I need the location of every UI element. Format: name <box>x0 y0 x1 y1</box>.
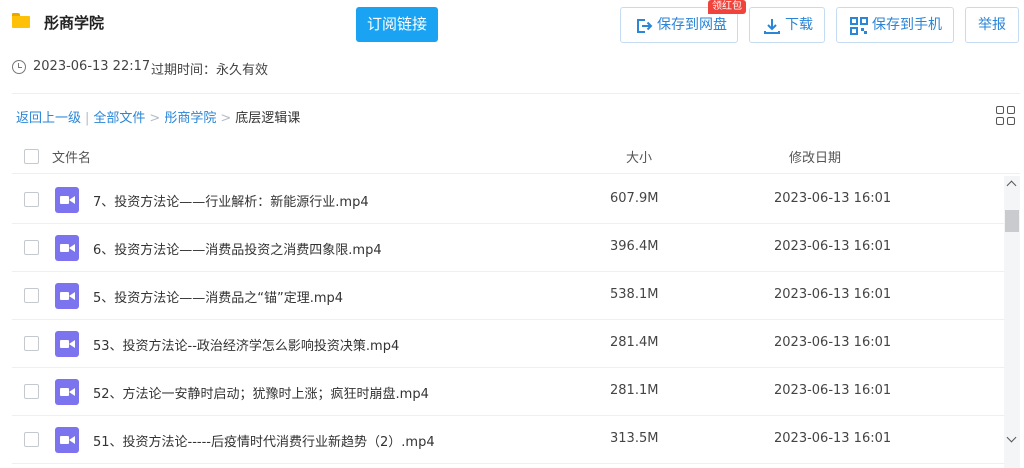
file-name[interactable]: 52、方法论一安静时启动；犹豫时上涨；疯狂时崩盘.mp4 <box>93 383 429 402</box>
grid-view-icon[interactable] <box>996 106 1015 125</box>
file-name[interactable]: 7、投资方法论——行业解析：新能源行业.mp4 <box>93 191 369 210</box>
row-checkbox[interactable] <box>24 336 39 351</box>
divider <box>12 93 1020 94</box>
table-header: 文件名 大小 修改日期 <box>12 138 1020 174</box>
row-checkbox[interactable] <box>24 384 39 399</box>
share-title: 彤商学院 <box>44 14 105 32</box>
download-icon <box>764 19 780 34</box>
file-size: 281.1M <box>610 383 659 398</box>
breadcrumb-separator: > <box>149 111 161 126</box>
table-row[interactable]: 53、投资方法论--政治经济学怎么影响投资决策.mp4 281.4M 2023-… <box>12 320 1004 368</box>
download-button[interactable]: 下载 <box>749 7 825 43</box>
breadcrumb-separator: > <box>220 111 232 126</box>
breadcrumb-current: 底层逻辑课 <box>235 111 301 126</box>
scroll-thumb[interactable] <box>1005 210 1019 232</box>
breadcrumb: 返回上一级 | 全部文件 > 彤商学院 > 底层逻辑课 <box>16 107 300 126</box>
share-time: 2023-06-13 22:17 <box>33 59 151 74</box>
subscribe-link-button[interactable]: 订阅链接 <box>356 7 438 42</box>
video-file-icon <box>55 331 79 357</box>
expire-text: 过期时间：永久有效 <box>151 63 269 78</box>
file-name[interactable]: 53、投资方法论--政治经济学怎么影响投资决策.mp4 <box>93 335 399 354</box>
share-page: 彤商学院 订阅链接 保存到网盘 领红包 下载 保存到手机 举报 2023-06-… <box>0 0 1024 468</box>
file-list-scrollbar[interactable] <box>1004 176 1020 468</box>
scroll-down-icon[interactable] <box>1004 432 1020 448</box>
file-name[interactable]: 51、投资方法论-----后疫情时代消费行业新趋势（2）.mp4 <box>93 431 435 450</box>
file-date: 2023-06-13 16:01 <box>774 431 892 446</box>
share-header: 彤商学院 订阅链接 保存到网盘 领红包 下载 保存到手机 举报 <box>0 0 1024 50</box>
redpack-badge[interactable]: 领红包 <box>708 0 746 14</box>
breadcrumb-all-files-link[interactable]: 全部文件 <box>93 111 145 126</box>
column-header-date[interactable]: 修改日期 <box>789 147 841 166</box>
video-file-icon <box>55 427 79 453</box>
row-checkbox[interactable] <box>24 192 39 207</box>
file-size: 313.5M <box>610 431 659 446</box>
video-file-icon <box>55 379 79 405</box>
row-checkbox[interactable] <box>24 240 39 255</box>
file-date: 2023-06-13 16:01 <box>774 239 892 254</box>
column-header-size[interactable]: 大小 <box>626 147 652 166</box>
download-label: 下载 <box>785 17 813 33</box>
column-header-name[interactable]: 文件名 <box>52 147 91 166</box>
video-file-icon <box>55 187 79 213</box>
file-date: 2023-06-13 16:01 <box>774 383 892 398</box>
save-to-phone-label: 保存到手机 <box>872 17 942 33</box>
table-row[interactable]: 52、方法论一安静时启动；犹豫时上涨；疯狂时崩盘.mp4 281.1M 2023… <box>12 368 1004 416</box>
breadcrumb-separator: | <box>85 111 90 126</box>
file-date: 2023-06-13 16:01 <box>774 335 892 350</box>
breadcrumb-back-link[interactable]: 返回上一级 <box>16 111 81 126</box>
file-size: 607.9M <box>610 191 659 206</box>
breadcrumb-folder-link[interactable]: 彤商学院 <box>164 111 216 126</box>
qr-code-icon <box>850 17 868 35</box>
file-size: 396.4M <box>610 239 659 254</box>
file-name[interactable]: 5、投资方法论——消费品之“锚”定理.mp4 <box>93 287 343 306</box>
file-date: 2023-06-13 16:01 <box>774 287 892 302</box>
table-row[interactable]: 51、投资方法论-----后疫情时代消费行业新趋势（2）.mp4 313.5M … <box>12 416 1004 464</box>
table-row[interactable]: 6、投资方法论——消费品投资之消费四象限.mp4 396.4M 2023-06-… <box>12 224 1004 272</box>
video-file-icon <box>55 283 79 309</box>
select-all-checkbox[interactable] <box>24 149 39 164</box>
scroll-up-icon[interactable] <box>1004 176 1020 192</box>
clock-icon <box>12 60 26 74</box>
folder-icon <box>12 13 30 28</box>
row-checkbox[interactable] <box>24 288 39 303</box>
save-to-phone-button[interactable]: 保存到手机 <box>836 7 954 43</box>
file-date: 2023-06-13 16:01 <box>774 191 892 206</box>
file-size: 281.4M <box>610 335 659 350</box>
file-name[interactable]: 6、投资方法论——消费品投资之消费四象限.mp4 <box>93 239 382 258</box>
table-row[interactable]: 7、投资方法论——行业解析：新能源行业.mp4 607.9M 2023-06-1… <box>12 176 1004 224</box>
row-checkbox[interactable] <box>24 432 39 447</box>
file-size: 538.1M <box>610 287 659 302</box>
table-row[interactable]: 5、投资方法论——消费品之“锚”定理.mp4 538.1M 2023-06-13… <box>12 272 1004 320</box>
save-to-pan-icon <box>637 19 653 33</box>
report-button[interactable]: 举报 <box>965 7 1019 43</box>
video-file-icon <box>55 235 79 261</box>
